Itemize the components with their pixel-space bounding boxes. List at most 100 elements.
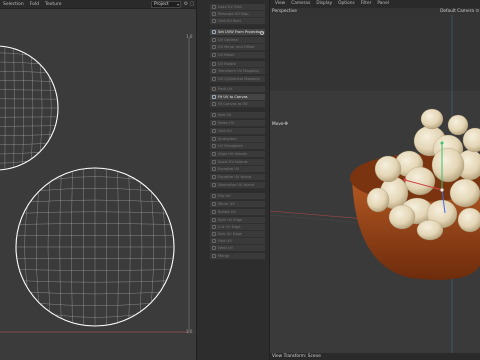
- egg-mesh[interactable]: [374, 155, 402, 183]
- tool-grid-uv[interactable]: Grid UV: [210, 128, 265, 136]
- uv-corner-label-top: 1,0: [186, 34, 193, 39]
- tool-label: Merge: [218, 254, 230, 259]
- tool-equalize-uv-island[interactable]: Equalize UV Island: [210, 174, 265, 182]
- uv-project-select[interactable]: Project ▾: [151, 1, 181, 8]
- tool-set-uvw-from-projection[interactable]: Set UVW From Projection: [210, 29, 265, 37]
- vp-menu-view[interactable]: View: [272, 0, 288, 8]
- tool-label: Sew UV Edge: [218, 232, 242, 237]
- tool-fit-canvas-to-uv[interactable]: Fit Canvas to UV: [210, 101, 265, 109]
- tool-weld-uv[interactable]: Weld UV: [210, 245, 265, 253]
- tool-icon: [212, 144, 216, 149]
- tool-label: Equalize UV: [218, 167, 240, 172]
- tool-label: Pack UV: [218, 87, 233, 92]
- vp-menu-filter[interactable]: Filter: [358, 0, 375, 8]
- egg-mesh[interactable]: [449, 178, 480, 208]
- tool-label: Equalize UV Island: [218, 175, 252, 180]
- uv-edge: [0, 143, 47, 145]
- vp-menu-display[interactable]: Display: [313, 0, 335, 8]
- tool-relax-uv[interactable]: Relax UV: [210, 120, 265, 128]
- tool-flip-uv[interactable]: Flip UV: [210, 193, 265, 201]
- tool-icon: [212, 194, 216, 199]
- uv-project-select-value: Project: [154, 2, 169, 7]
- tool-normalize-uv-island[interactable]: Normalize UV Island: [210, 182, 265, 190]
- viewport-footer: View Transform: Scene: [270, 353, 480, 360]
- tool-label: Grid UV: [218, 129, 232, 134]
- tool-icon: [212, 5, 216, 10]
- camera-label[interactable]: Default Camera ⊙: [440, 8, 479, 15]
- tool-rotate-uv[interactable]: Rotate UV: [210, 209, 265, 217]
- tool-mirror-uv[interactable]: Mirror UV: [210, 201, 265, 209]
- egg-mesh[interactable]: [420, 108, 444, 130]
- uv-edge: [0, 152, 40, 155]
- tool-label: UV Mirror and Offset: [218, 45, 255, 50]
- tool-uv-straighten[interactable]: UV Straighten: [210, 143, 265, 151]
- gizmo-y-handle[interactable]: [440, 141, 444, 145]
- tool-label: UV Optimal: [218, 38, 239, 43]
- tool-icon: [212, 129, 216, 134]
- tool-icon: [212, 53, 216, 58]
- uv-menu-selection[interactable]: Selection: [0, 0, 27, 9]
- gizmo-center[interactable]: [440, 188, 444, 192]
- uv-menu-fold[interactable]: Fold: [27, 0, 42, 9]
- tool-transform-uv-mapping[interactable]: Transform UV Mapping: [210, 68, 265, 76]
- tool-label: Rotate UV: [218, 210, 236, 215]
- tool-label: Relocate UV Map: [218, 12, 249, 17]
- move-icon[interactable]: ✥: [284, 121, 288, 127]
- tool-icon: [212, 254, 216, 259]
- view-transform-label: View Transform: Scene: [272, 354, 321, 359]
- uv-canvas[interactable]: [0, 10, 196, 360]
- tool-icon: [212, 137, 216, 142]
- tool-icon: [212, 95, 216, 100]
- tool-icon: [212, 210, 216, 215]
- egg-mesh[interactable]: [388, 204, 416, 230]
- gizmo-x-handle[interactable]: [403, 178, 407, 182]
- tool-icon: [212, 87, 216, 92]
- viewport-header: Perspective Default Camera ⊙: [270, 8, 480, 15]
- tool-uv-mirror-and-offset[interactable]: UV Mirror and Offset: [210, 44, 265, 52]
- egg-mesh[interactable]: [447, 114, 469, 136]
- tool-icon: [212, 246, 216, 251]
- tool-label: Cut UV Edge: [218, 225, 241, 230]
- tool-uv-reset[interactable]: UV Reset: [210, 52, 265, 60]
- chevron-down-icon: ▾: [176, 2, 179, 7]
- uv-editor-panel[interactable]: Selection Fold Texture Project ▾ ⚙ ▢ 1,0…: [0, 0, 196, 360]
- uv-island-lower[interactable]: [15, 167, 175, 327]
- tool-icon: [212, 113, 216, 118]
- uv-edge: [0, 125, 56, 127]
- tool-grid-uv-rect[interactable]: Grid UV Rect: [210, 18, 265, 26]
- uv-tool-palette: Load UV Grid Relocate UV Map Grid UV Rect S…: [196, 0, 270, 360]
- uv-edge: [0, 80, 53, 82]
- tool-label: Grid UV Rect: [218, 19, 241, 24]
- tool-equalize-uv[interactable]: Equalize UV: [210, 166, 265, 174]
- tool-icon: [212, 19, 216, 24]
- egg-mesh[interactable]: [366, 187, 390, 213]
- uv-island-upper[interactable]: [0, 45, 59, 171]
- tool-add-uv[interactable]: Add UV: [210, 112, 265, 120]
- tool-uv-cylindrical-mapping[interactable]: UV Cylindrical Mapping: [210, 76, 265, 84]
- viewport-3d[interactable]: View Cameras Display Options Filter Pane…: [270, 0, 480, 360]
- tool-icon: [212, 202, 216, 207]
- tool-icon: [212, 160, 216, 165]
- tool-align-uv-islands[interactable]: Align UV Islands: [210, 151, 265, 159]
- tool-icon: [212, 218, 216, 223]
- tool-label: Set UVW From Projection: [218, 30, 263, 35]
- gear-icon[interactable]: [260, 30, 264, 35]
- egg-mesh[interactable]: [431, 147, 465, 183]
- maximize-icon[interactable]: ▢: [189, 1, 195, 7]
- viewport-scene[interactable]: [270, 15, 480, 355]
- uv-menu-texture[interactable]: Texture: [42, 0, 64, 9]
- projection-label[interactable]: Perspective: [272, 8, 297, 15]
- uv-corner-label-bottom: 1,0: [186, 329, 193, 334]
- vp-menu-options[interactable]: Options: [335, 0, 358, 8]
- tool-label: Load UV Grid: [218, 5, 242, 10]
- tool-icon: [212, 102, 216, 107]
- tool-merge[interactable]: Merge: [210, 253, 265, 261]
- tool-label: Flip UV: [218, 194, 231, 199]
- vp-menu-panel[interactable]: Panel: [374, 0, 392, 8]
- tool-label: Fit UV to Canvas: [218, 95, 248, 100]
- tool-label: Transform UV Mapping: [218, 69, 259, 74]
- tool-pack-uv[interactable]: Pack UV: [210, 86, 265, 94]
- egg-mesh[interactable]: [416, 219, 444, 241]
- vp-menu-cameras[interactable]: Cameras: [288, 0, 313, 8]
- egg-mesh[interactable]: [457, 207, 480, 233]
